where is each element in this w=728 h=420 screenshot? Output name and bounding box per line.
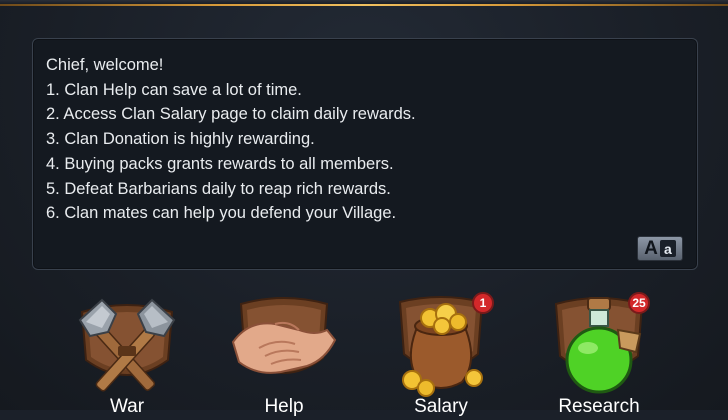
- war-label: War: [109, 396, 145, 417]
- salary-label: Salary: [414, 396, 468, 417]
- help-button[interactable]: Help: [219, 290, 349, 420]
- notice-line-6: 6. Clan mates can help you defend your V…: [46, 204, 397, 223]
- research-label: Research: [558, 396, 640, 417]
- translate-icon-big-a: A: [644, 238, 658, 259]
- notice-line-1: 1. Clan Help can save a lot of time.: [46, 80, 302, 99]
- clan-notice-panel: Chief, welcome! 1. Clan Help can save a …: [32, 38, 698, 270]
- translate-icon-small-a: a: [659, 240, 676, 257]
- notice-line-greeting: Chief, welcome!: [46, 56, 164, 74]
- clan-feature-bar: War Help 1 Salary 25 Research: [0, 290, 728, 417]
- war-button[interactable]: War: [62, 290, 192, 420]
- research-button[interactable]: 25 Research: [534, 290, 664, 420]
- notice-line-3: 3. Clan Donation is highly rewarding.: [46, 130, 315, 149]
- notice-line-5: 5. Defeat Barbarians daily to reap rich …: [46, 179, 391, 198]
- crossed-axes-icon: [78, 298, 176, 392]
- notice-line-2: 2. Access Clan Salary page to claim dail…: [46, 105, 416, 124]
- handshake-icon: [231, 297, 337, 374]
- research-badge: 25: [628, 292, 650, 314]
- notice-text: Chief, welcome! 1. Clan Help can save a …: [46, 53, 416, 226]
- salary-button[interactable]: 1 Salary: [376, 290, 506, 420]
- translate-button[interactable]: A a: [637, 236, 683, 261]
- salary-badge: 1: [472, 292, 494, 314]
- help-label: Help: [264, 396, 304, 417]
- notice-line-4: 4. Buying packs grants rewards to all me…: [46, 154, 394, 173]
